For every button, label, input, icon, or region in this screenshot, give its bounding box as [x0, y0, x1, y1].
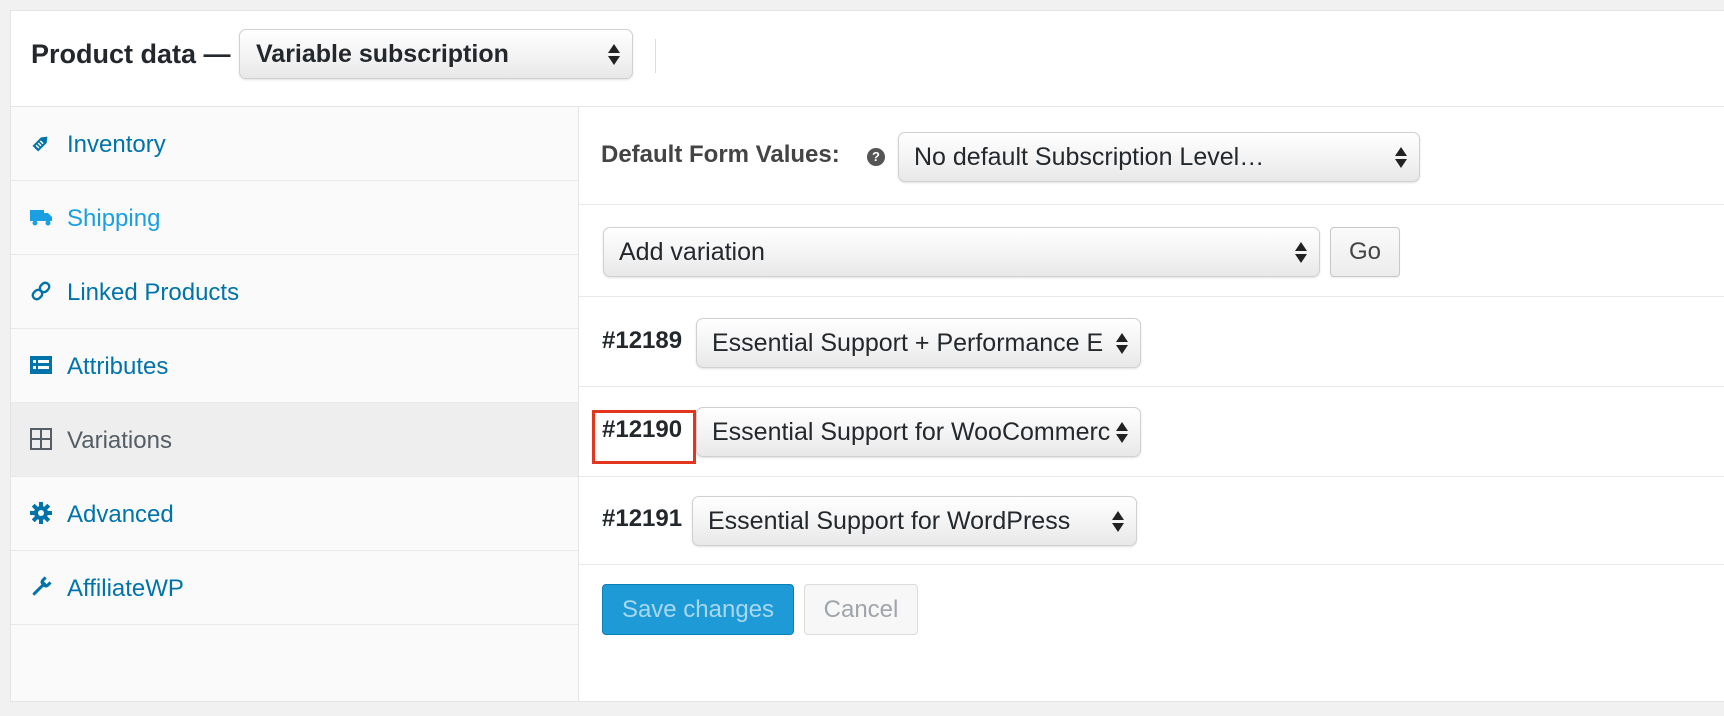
default-form-values-label: Default Form Values: — [601, 141, 840, 168]
product-data-header: Product data — Variable subscription — [11, 11, 1724, 107]
select-arrows-icon — [1112, 510, 1124, 532]
product-data-panel: Product data — Variable subscription Inv… — [10, 10, 1724, 702]
variation-row: #12189 Essential Support + Performance E — [579, 297, 1724, 387]
variation-select[interactable]: Essential Support + Performance E — [696, 318, 1141, 368]
select-arrows-icon — [608, 43, 620, 65]
help-icon[interactable]: ? — [867, 148, 885, 166]
wrench-icon — [32, 576, 52, 596]
product-data-title: Product data — — [31, 39, 231, 69]
header-divider — [655, 39, 656, 73]
select-arrows-icon — [1295, 241, 1307, 263]
sidebar-item-shipping[interactable]: Shipping — [11, 181, 578, 255]
variation-id: #12190 — [602, 416, 683, 443]
add-variation-select[interactable]: Add variation — [603, 227, 1320, 277]
cancel-button[interactable]: Cancel — [804, 584, 918, 635]
variation-select[interactable]: Essential Support for WooCommerce — [696, 407, 1141, 457]
sidebar-item-label: Attributes — [67, 353, 169, 380]
variation-value: Essential Support + Performance E — [712, 328, 1104, 357]
variation-value: Essential Support for WordPress — [708, 506, 1071, 535]
sidebar-item-label: Linked Products — [67, 279, 240, 306]
sidebar-item-linked-products[interactable]: Linked Products — [11, 255, 578, 329]
variation-id: #12189 — [602, 327, 683, 354]
select-arrows-icon — [1116, 421, 1128, 443]
variation-row: #12190 Essential Support for WooCommerce — [579, 387, 1724, 477]
product-type-select[interactable]: Variable subscription — [239, 29, 633, 79]
default-subscription-value: No default Subscription Level… — [914, 142, 1265, 171]
sidebar-item-label: Variations — [67, 427, 172, 454]
variation-row: #12191 Essential Support for WordPress — [579, 477, 1724, 565]
add-variation-value: Add variation — [619, 237, 765, 266]
sidebar-item-inventory[interactable]: Inventory — [11, 107, 578, 181]
sidebar-item-label: Shipping — [67, 205, 161, 232]
select-arrows-icon — [1116, 332, 1128, 354]
default-form-values-row: Default Form Values: ? No default Subscr… — [579, 107, 1724, 205]
gear-icon — [30, 502, 52, 524]
save-changes-button[interactable]: Save changes — [602, 584, 794, 635]
sidebar-item-attributes[interactable]: Attributes — [11, 329, 578, 403]
select-arrows-icon — [1395, 146, 1407, 168]
link-icon — [31, 281, 51, 301]
sidebar-item-label: Advanced — [67, 501, 174, 528]
add-variation-row: Add variation Go — [579, 205, 1724, 297]
variation-value: Essential Support for WooCommerce — [712, 417, 1110, 446]
sidebar-item-label: Inventory — [67, 131, 166, 158]
sidebar-item-label: AffiliateWP — [67, 575, 184, 602]
product-type-value: Variable subscription — [256, 39, 509, 68]
default-subscription-select[interactable]: No default Subscription Level… — [898, 132, 1420, 182]
sidebar-item-affiliatewp[interactable]: AffiliateWP — [11, 551, 578, 625]
sidebar-item-advanced[interactable]: Advanced — [11, 477, 578, 551]
product-data-tabs: Inventory Shipping Linked Products Attri… — [11, 107, 579, 701]
grid-icon — [30, 428, 52, 450]
variations-panel: Default Form Values: ? No default Subscr… — [579, 107, 1724, 701]
truck-icon — [30, 210, 52, 226]
tag-icon — [32, 136, 48, 152]
go-button[interactable]: Go — [1330, 227, 1400, 277]
variation-id: #12191 — [602, 505, 683, 532]
list-icon — [30, 356, 52, 374]
variation-select[interactable]: Essential Support for WordPress — [692, 496, 1137, 546]
sidebar-item-variations[interactable]: Variations — [11, 403, 578, 477]
